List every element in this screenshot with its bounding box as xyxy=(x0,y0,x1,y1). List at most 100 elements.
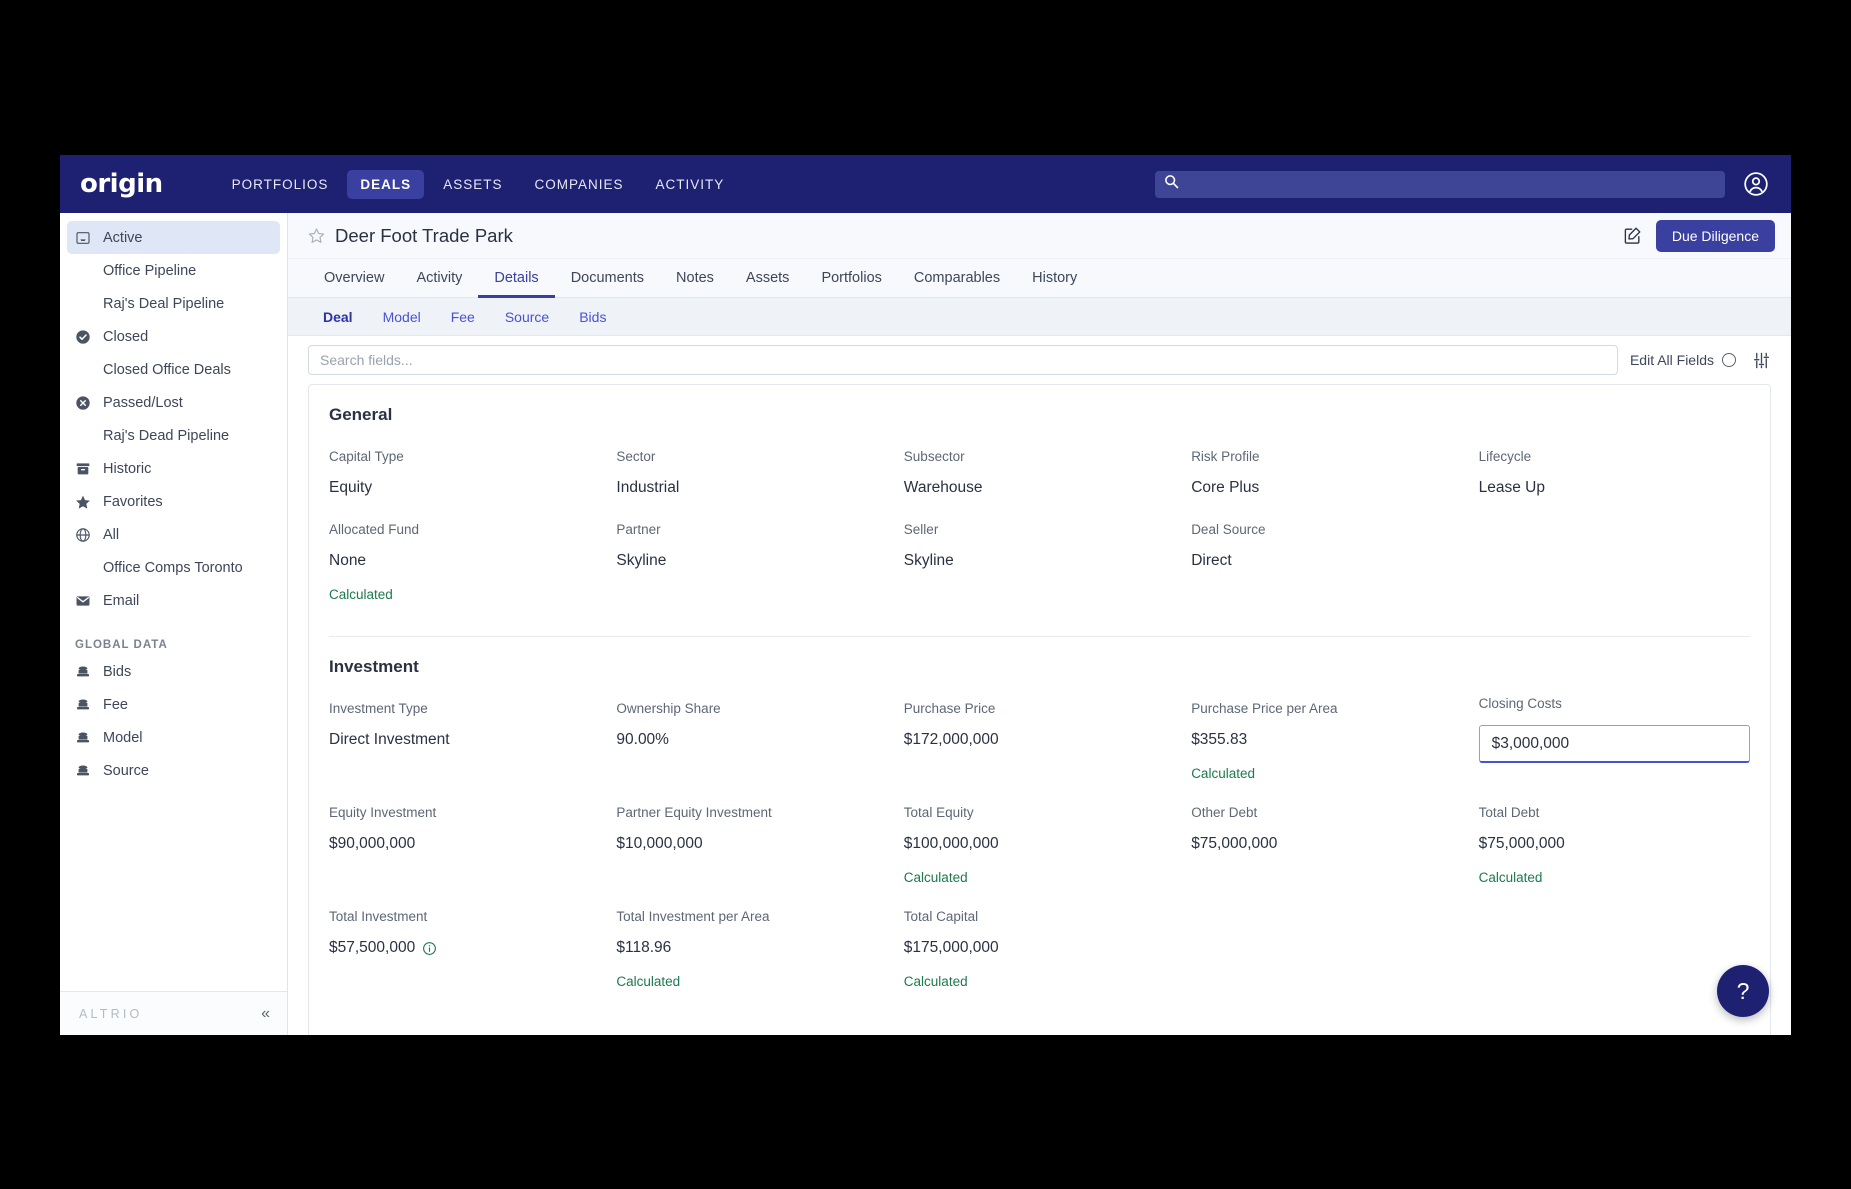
sidebar-item-email[interactable]: Email xyxy=(67,584,280,617)
tab-assets[interactable]: Assets xyxy=(730,270,806,298)
sidebar-item-closed[interactable]: Closed xyxy=(67,320,280,353)
section-title: Investment xyxy=(329,657,419,676)
tab-documents[interactable]: Documents xyxy=(555,270,660,298)
field-label: Subsector xyxy=(903,449,965,464)
sidebar-item-label: Office Pipeline xyxy=(103,262,197,279)
application-window: origin PORTFOLIOS DEALS ASSETS COMPANIES ACT… xyxy=(60,155,1791,1035)
field-label: Ownership Share xyxy=(616,701,721,716)
sidebar-item-favorites[interactable]: Favorites xyxy=(67,485,280,518)
closing-costs-input[interactable] xyxy=(1478,725,1750,763)
sidebar-item-historic[interactable]: Historic xyxy=(67,452,280,485)
field-cell: Ownership Share 90.00% xyxy=(616,677,887,781)
subtab-deal[interactable]: Deal xyxy=(308,309,368,325)
field-value-row: $75,000,000 xyxy=(1191,834,1462,854)
sidebar-item-active[interactable]: Active xyxy=(67,221,280,254)
field-value-row: Direct Investment xyxy=(329,730,600,750)
sliders-icon[interactable] xyxy=(1752,351,1771,370)
tab-history[interactable]: History xyxy=(1016,270,1093,298)
search-fields-input[interactable] xyxy=(308,345,1618,375)
page-header: Deer Foot Trade Park Due Diligence xyxy=(288,213,1791,259)
field-value-row: Skyline xyxy=(904,551,1175,571)
field-value: Industrial xyxy=(616,479,680,496)
field-label: Total Debt xyxy=(1478,805,1540,820)
sidebar-item-label: Active xyxy=(103,229,143,246)
sidebar-item-model[interactable]: Model xyxy=(67,721,280,754)
field-label: Total Investment per Area xyxy=(616,909,770,924)
check-badge-icon xyxy=(75,329,95,345)
subtab-bids[interactable]: Bids xyxy=(564,309,621,325)
sidebar-item-office-pipeline[interactable]: Office Pipeline xyxy=(67,254,280,287)
toggle-circle-icon[interactable] xyxy=(1722,353,1736,367)
star-outline-icon[interactable] xyxy=(308,227,325,244)
field-value: $355.83 xyxy=(1191,731,1248,748)
field-cell: Allocated Fund None Calculated xyxy=(329,498,600,602)
sidebar-item-passed-lost[interactable]: Passed/Lost xyxy=(67,386,280,419)
sidebar-item-label: Passed/Lost xyxy=(103,394,183,411)
sidebar-item-closed-office-deals[interactable]: Closed Office Deals xyxy=(67,353,280,386)
primary-nav-links: PORTFOLIOS DEALS ASSETS COMPANIES ACTIVITY xyxy=(219,169,738,199)
field-value: $90,000,000 xyxy=(329,835,416,852)
help-button[interactable]: ? xyxy=(1717,965,1769,1017)
nav-link-companies[interactable]: COMPANIES xyxy=(521,170,636,199)
tab-details[interactable]: Details xyxy=(478,270,555,298)
field-value-row: $90,000,000 xyxy=(329,834,600,854)
field-value: Skyline xyxy=(903,552,954,569)
origin-logo[interactable]: origin xyxy=(80,169,163,199)
sidebar-item-label: Raj's Dead Pipeline xyxy=(103,427,230,444)
nav-link-assets[interactable]: ASSETS xyxy=(430,170,515,199)
fields-content-card: General Capital Type Equity Sector Industria… xyxy=(308,384,1771,1035)
field-value-row: Core Plus xyxy=(1191,478,1462,498)
global-search-box[interactable] xyxy=(1155,170,1725,198)
subtab-source[interactable]: Source xyxy=(490,309,564,325)
edit-square-icon[interactable] xyxy=(1623,226,1642,245)
info-circle-icon[interactable] xyxy=(422,941,437,956)
field-cell: Total Investment per Area $118.96 Calculat… xyxy=(616,885,887,989)
edit-all-fields-toggle[interactable]: Edit All Fields xyxy=(1630,352,1736,368)
sidebar-item-label: All xyxy=(103,526,120,543)
field-label: Purchase Price per Area xyxy=(1191,701,1338,716)
nav-link-activity[interactable]: ACTIVITY xyxy=(642,170,737,199)
subtab-model[interactable]: Model xyxy=(368,309,436,325)
field-value: $175,000,000 xyxy=(903,939,999,956)
sidebar-item-fee[interactable]: Fee xyxy=(67,688,280,721)
tab-notes[interactable]: Notes xyxy=(660,270,730,298)
field-value-row: 90.00% xyxy=(616,730,887,750)
tab-portfolios[interactable]: Portfolios xyxy=(805,270,897,298)
subtab-fee[interactable]: Fee xyxy=(436,309,490,325)
database-icon xyxy=(75,664,95,680)
due-diligence-button[interactable]: Due Diligence xyxy=(1655,219,1775,252)
field-cell: Risk Profile Core Plus xyxy=(1191,425,1462,498)
field-label: Sector xyxy=(616,449,656,464)
tab-activity[interactable]: Activity xyxy=(400,270,478,298)
field-cell: Investment Type Direct Investment xyxy=(329,677,600,781)
sidebar-group-label: GLOBAL DATA xyxy=(75,639,168,651)
empty-cell xyxy=(1479,498,1750,602)
search-icon xyxy=(1164,174,1179,194)
tab-comparables[interactable]: Comparables xyxy=(898,270,1016,298)
sidebar-item-raj-s-deal-pipeline[interactable]: Raj's Deal Pipeline xyxy=(67,287,280,320)
nav-link-portfolios[interactable]: PORTFOLIOS xyxy=(219,170,342,199)
body-row: Active Office Pipeline Raj's Deal Pipeline… xyxy=(60,213,1791,1035)
field-label: Investment Type xyxy=(329,701,428,716)
field-value-row: $355.83 xyxy=(1191,730,1462,750)
user-account-icon[interactable] xyxy=(1743,171,1769,197)
sidebar-item-bids[interactable]: Bids xyxy=(67,655,280,688)
field-value: $75,000,000 xyxy=(1478,835,1565,852)
sidebar-item-office-comps-toronto[interactable]: Office Comps Toronto xyxy=(67,551,280,584)
field-value-row: $175,000,000 xyxy=(904,938,1175,958)
envelope-icon xyxy=(75,593,95,609)
global-search-input[interactable] xyxy=(1186,176,1716,192)
field-label: Seller xyxy=(903,522,939,537)
sidebar-item-all[interactable]: All xyxy=(67,518,280,551)
empty-cell xyxy=(1191,885,1462,989)
nav-link-deals[interactable]: DEALS xyxy=(347,169,425,199)
database-icon xyxy=(75,697,95,713)
sidebar-item-label: Raj's Deal Pipeline xyxy=(103,295,225,312)
top-navigation-bar: origin PORTFOLIOS DEALS ASSETS COMPANIES ACT… xyxy=(60,155,1791,213)
calculated-badge: Calculated xyxy=(903,870,968,885)
sidebar-item-source[interactable]: Source xyxy=(67,754,280,787)
sidebar-item-raj-s-dead-pipeline[interactable]: Raj's Dead Pipeline xyxy=(67,419,280,452)
tab-overview[interactable]: Overview xyxy=(308,270,400,298)
chevron-double-left-icon[interactable]: « xyxy=(261,1005,270,1022)
section-title: General xyxy=(329,405,393,424)
